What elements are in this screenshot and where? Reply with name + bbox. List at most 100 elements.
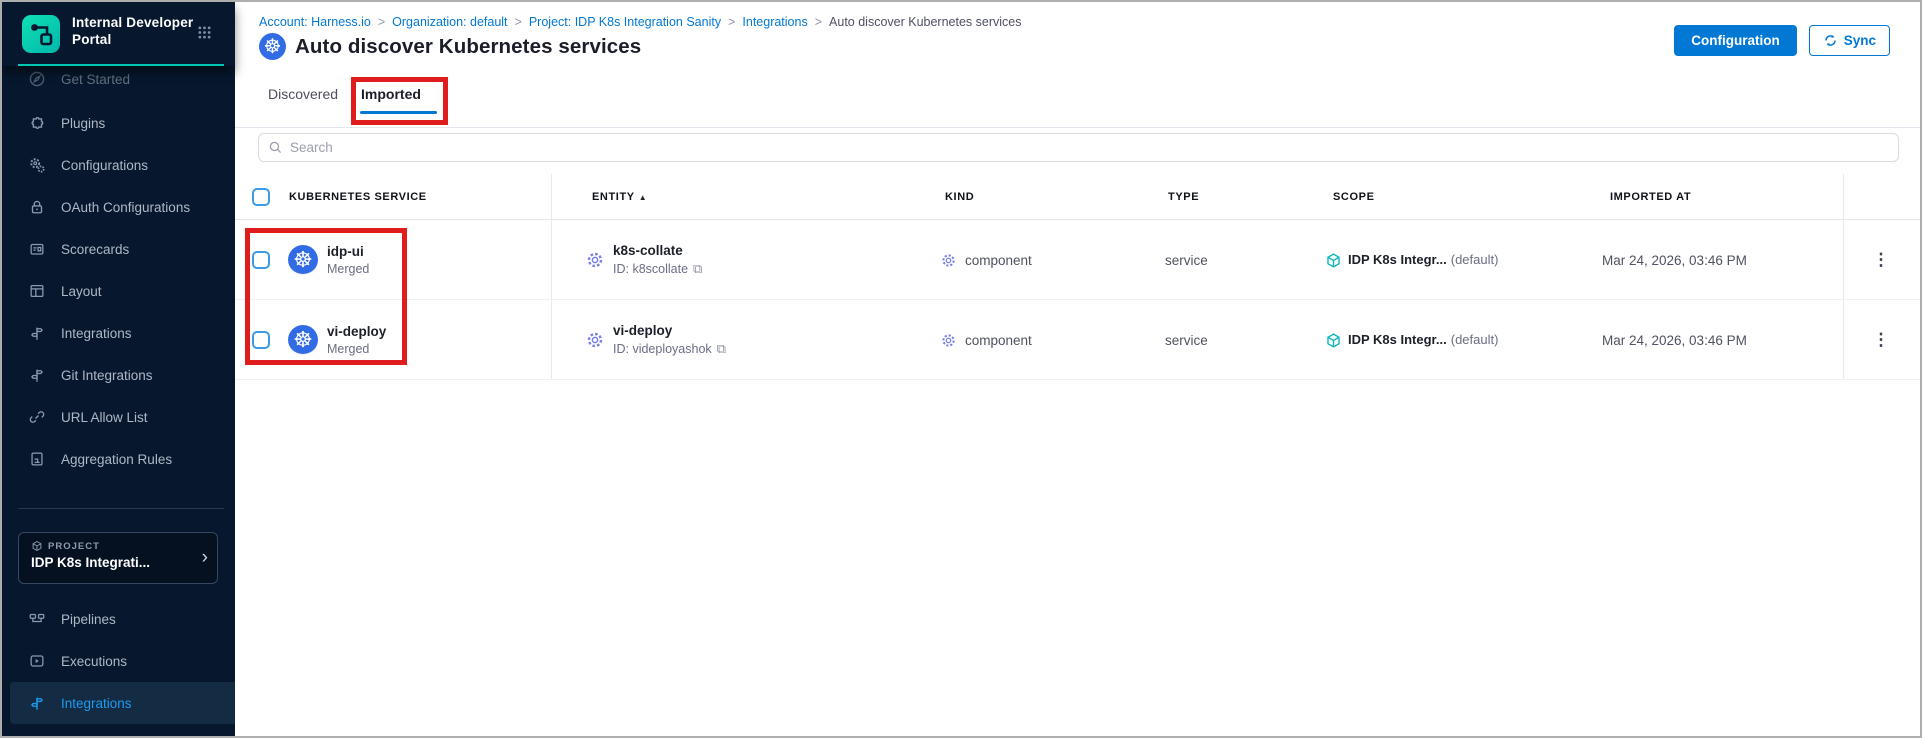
- sidebar-item-label: Pipelines: [61, 612, 116, 627]
- layout-icon: [28, 282, 46, 300]
- sidebar: Internal Developer Portal Get Started: [2, 2, 235, 736]
- sidebar-item-git-integrations[interactable]: Git Integrations: [2, 354, 235, 396]
- page-title: Auto discover Kubernetes services: [295, 35, 641, 59]
- breadcrumb-integrations[interactable]: Integrations: [742, 15, 807, 29]
- copy-icon[interactable]: ⧉: [717, 341, 726, 357]
- sync-icon: [1823, 33, 1838, 48]
- module-grid-icon[interactable]: [198, 26, 211, 39]
- sort-asc-icon: ▲: [639, 193, 648, 202]
- kind-value: component: [965, 253, 1032, 268]
- puzzle-icon: [28, 114, 46, 132]
- row-menu-kebab-icon[interactable]: ⋮: [1871, 333, 1891, 347]
- sidebar-item-label: Git Integrations: [61, 368, 153, 383]
- column-header-entity[interactable]: ENTITY▲: [592, 174, 647, 220]
- column-header-kind[interactable]: KIND: [945, 174, 974, 220]
- entity-id: ID: k8scollate: [613, 262, 688, 276]
- sidebar-item-label: Executions: [61, 654, 127, 669]
- breadcrumb-separator: >: [515, 15, 522, 29]
- kubernetes-icon: ☸: [259, 33, 286, 60]
- column-header-type[interactable]: TYPE: [1168, 174, 1199, 220]
- breadcrumb-current: Auto discover Kubernetes services: [829, 15, 1021, 29]
- kubernetes-service-icon: ☸: [288, 325, 318, 355]
- brand-line1: Internal Developer: [72, 14, 193, 31]
- search-input[interactable]: [290, 140, 1889, 155]
- pipelines-icon: [28, 610, 46, 628]
- scope-name: IDP K8s Integr...: [1348, 252, 1447, 267]
- copy-icon[interactable]: ⧉: [693, 261, 702, 277]
- brand-title: Internal Developer Portal: [72, 14, 193, 48]
- breadcrumb-separator: >: [728, 15, 735, 29]
- sidebar-item-get-started[interactable]: Get Started: [2, 66, 235, 102]
- configuration-button[interactable]: Configuration: [1674, 25, 1796, 56]
- row-checkbox[interactable]: [252, 331, 270, 349]
- sidebar-item-oauth-configurations[interactable]: OAuth Configurations: [2, 186, 235, 228]
- row-checkbox[interactable]: [252, 251, 270, 269]
- entity-id: ID: videployashok: [613, 342, 712, 356]
- breadcrumb-account[interactable]: Account: Harness.io: [259, 15, 371, 29]
- breadcrumb: Account: Harness.io > Organization: defa…: [259, 15, 1022, 29]
- table-row[interactable]: ☸ vi-deploy Merged vi-deploy ID: videplo…: [235, 300, 1920, 380]
- sidebar-bottom-nav: Pipelines Executions Integrations: [2, 598, 235, 724]
- sidebar-item-plugins[interactable]: Plugins: [2, 102, 235, 144]
- tab-discovered[interactable]: Discovered: [267, 78, 339, 110]
- sidebar-item-pipelines[interactable]: Pipelines: [2, 598, 235, 640]
- sidebar-item-url-allow-list[interactable]: URL Allow List: [2, 396, 235, 438]
- kind-gear-icon: [940, 332, 957, 349]
- entity-name[interactable]: k8s-collate: [613, 243, 702, 258]
- sidebar-item-scorecards[interactable]: Scorecards: [2, 228, 235, 270]
- type-value: service: [1165, 253, 1208, 268]
- entity-gear-icon: [585, 250, 605, 270]
- project-selector[interactable]: PROJECT IDP K8s Integrati... ›: [18, 532, 218, 584]
- document-rules-icon: [28, 450, 46, 468]
- sidebar-item-label: Scorecards: [61, 242, 129, 257]
- page-header: ☸ Auto discover Kubernetes services: [259, 33, 641, 60]
- sidebar-item-aggregation-rules[interactable]: Aggregation Rules: [2, 438, 235, 480]
- scorecard-icon: [28, 240, 46, 258]
- search-icon: [268, 140, 283, 155]
- link-icon: [28, 408, 46, 426]
- sidebar-item-label: URL Allow List: [61, 410, 148, 425]
- project-name: IDP K8s Integrati...: [31, 555, 191, 570]
- tabbar-divider: [235, 127, 1920, 128]
- chevron-right-icon: ›: [202, 547, 208, 569]
- column-header-scope[interactable]: SCOPE: [1333, 174, 1375, 220]
- branch-sign-icon: [28, 366, 46, 384]
- active-tab-indicator: [360, 111, 437, 114]
- kind-gear-icon: [940, 252, 957, 269]
- entity-gear-icon: [585, 330, 605, 350]
- sidebar-item-label: OAuth Configurations: [61, 200, 190, 215]
- scope-cube-icon: [1325, 332, 1342, 349]
- table-row[interactable]: ☸ idp-ui Merged k8s-collate ID: k8scolla…: [235, 220, 1920, 300]
- imported-at-value: Mar 24, 2026, 03:46 PM: [1602, 253, 1747, 268]
- sidebar-item-label: Layout: [61, 284, 102, 299]
- breadcrumb-project[interactable]: Project: IDP K8s Integration Sanity: [529, 15, 721, 29]
- sync-button[interactable]: Sync: [1809, 25, 1890, 56]
- breadcrumb-separator: >: [815, 15, 822, 29]
- row-menu-kebab-icon[interactable]: ⋮: [1871, 253, 1891, 267]
- sidebar-item-integrations[interactable]: Integrations: [2, 312, 235, 354]
- brand-line2: Portal: [72, 31, 193, 48]
- harness-idp-logo[interactable]: [22, 15, 60, 53]
- sidebar-item-label: Integrations: [61, 326, 132, 341]
- sidebar-header: Internal Developer Portal: [2, 2, 235, 66]
- table-header: KUBERNETES SERVICE ENTITY▲ KIND TYPE SCO…: [235, 174, 1920, 220]
- breadcrumb-organization[interactable]: Organization: default: [392, 15, 507, 29]
- column-header-kubernetes-service[interactable]: KUBERNETES SERVICE: [289, 174, 427, 220]
- cube-icon: [31, 540, 43, 552]
- lock-icon: [28, 198, 46, 216]
- branch-sign-icon: [28, 324, 46, 342]
- tab-imported[interactable]: Imported: [360, 78, 422, 110]
- sidebar-divider: [18, 508, 224, 509]
- play-box-icon: [28, 652, 46, 670]
- sidebar-item-layout[interactable]: Layout: [2, 270, 235, 312]
- scope-suffix: (default): [1451, 332, 1499, 347]
- sidebar-item-executions[interactable]: Executions: [2, 640, 235, 682]
- search-bar[interactable]: [258, 133, 1899, 162]
- entity-name[interactable]: vi-deploy: [613, 323, 726, 338]
- select-all-checkbox[interactable]: [252, 188, 270, 206]
- sidebar-item-label: Configurations: [61, 158, 148, 173]
- sidebar-item-configurations[interactable]: Configurations: [2, 144, 235, 186]
- sidebar-item-integrations-active[interactable]: Integrations: [10, 682, 235, 724]
- column-header-imported-at[interactable]: IMPORTED AT: [1610, 174, 1691, 220]
- scope-cube-icon: [1325, 252, 1342, 269]
